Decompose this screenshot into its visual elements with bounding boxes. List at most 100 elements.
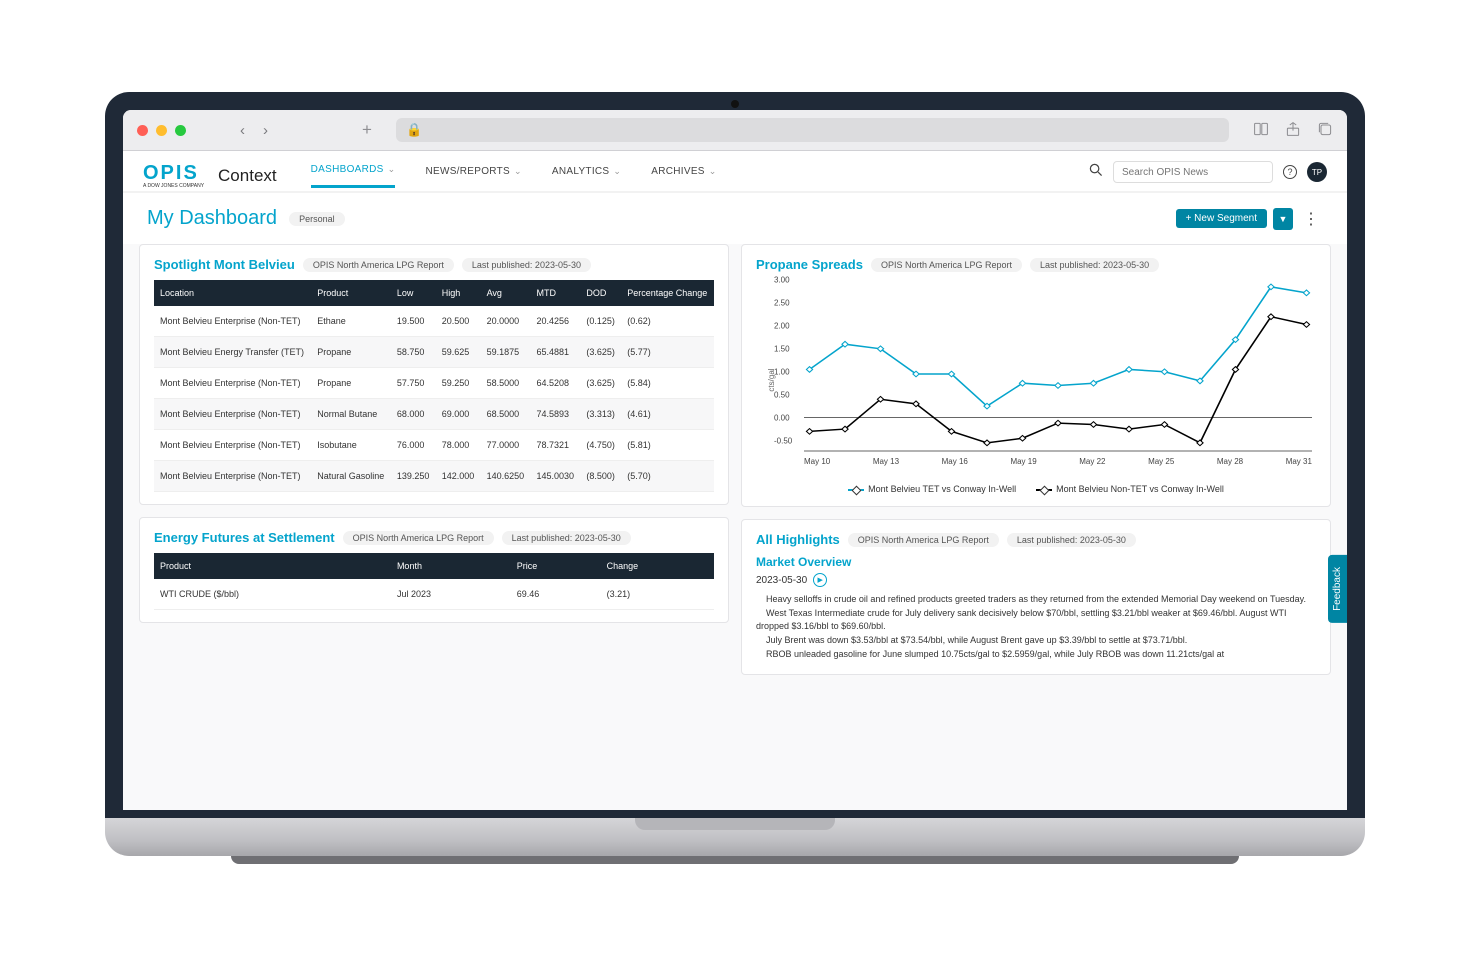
more-menu-icon[interactable]: ⋮ — [1299, 209, 1323, 229]
avatar[interactable]: TP — [1307, 162, 1327, 182]
table-cell: Mont Belvieu Enterprise (Non-TET) — [154, 306, 311, 337]
x-tick: May 16 — [942, 457, 968, 466]
column-header: Product — [311, 280, 391, 306]
table-cell: 20.500 — [436, 306, 481, 337]
source-pill: OPIS North America LPG Report — [303, 258, 454, 272]
close-window-button[interactable] — [137, 125, 148, 136]
column-header: Low — [391, 280, 436, 306]
main-nav: DASHBOARDS ⌄ NEWS/REPORTS ⌄ ANALYTICS ⌄ — [311, 164, 717, 188]
nav-archives[interactable]: ARCHIVES ⌄ — [651, 164, 716, 188]
column-header: Price — [511, 553, 601, 579]
x-tick: May 25 — [1148, 457, 1174, 466]
table-cell: Propane — [311, 337, 391, 368]
table-cell: Ethane — [311, 306, 391, 337]
published-pill: Last published: 2023-05-30 — [1007, 533, 1136, 547]
table-cell: 58.5000 — [481, 368, 531, 399]
lock-icon: 🔒 — [406, 122, 422, 138]
logo-subtitle: A DOW JONES COMPANY — [143, 183, 204, 189]
table-cell: 64.5208 — [530, 368, 580, 399]
tabs-icon[interactable] — [1317, 121, 1333, 140]
source-pill: OPIS North America LPG Report — [343, 531, 494, 545]
dashboard-tag: Personal — [289, 212, 345, 226]
logo: OPIS A DOW JONES COMPANY — [143, 163, 204, 189]
table-row[interactable]: Mont Belvieu Enterprise (Non-TET)Propane… — [154, 368, 714, 399]
back-button[interactable]: ‹ — [240, 122, 245, 139]
column-header: MTD — [530, 280, 580, 306]
browser-chrome: ‹ › + 🔒 — [123, 110, 1347, 151]
new-segment-dropdown[interactable]: ▼ — [1273, 208, 1293, 230]
new-segment-button[interactable]: + New Segment — [1176, 209, 1267, 228]
table-row[interactable]: Mont Belvieu Enterprise (Non-TET)Natural… — [154, 461, 714, 492]
table-cell: Natural Gasoline — [311, 461, 391, 492]
spotlight-panel: Spotlight Mont Belvieu OPIS North Americ… — [139, 244, 729, 505]
chevron-down-icon: ⌄ — [613, 166, 621, 177]
highlights-paragraph: Heavy selloffs in crude oil and refined … — [756, 593, 1316, 606]
table-cell: Mont Belvieu Enterprise (Non-TET) — [154, 461, 311, 492]
table-cell: Mont Belvieu Energy Transfer (TET) — [154, 337, 311, 368]
search-input[interactable] — [1113, 161, 1273, 183]
table-cell: (0.62) — [621, 306, 714, 337]
app-header: OPIS A DOW JONES COMPANY Context DASHBOA… — [123, 151, 1347, 193]
table-cell: (3.625) — [580, 337, 621, 368]
x-tick: May 13 — [873, 457, 899, 466]
table-cell: 59.250 — [436, 368, 481, 399]
forward-button[interactable]: › — [263, 122, 268, 139]
table-cell: (5.77) — [621, 337, 714, 368]
search-icon[interactable] — [1089, 163, 1103, 182]
share-icon[interactable] — [1285, 121, 1301, 140]
table-cell: 19.500 — [391, 306, 436, 337]
spreads-panel: Propane Spreads OPIS North America LPG R… — [741, 244, 1331, 507]
highlights-section-title: Market Overview — [756, 555, 1316, 569]
futures-table: ProductMonthPriceChange WTI CRUDE ($/bbl… — [154, 553, 714, 610]
table-cell: (3.313) — [580, 399, 621, 430]
highlights-date: 2023-05-30 — [756, 575, 807, 586]
spreads-chart: cts/gal 3.002.502.001.501.000.500.00-0.5… — [774, 280, 1312, 480]
highlights-paragraph: July Brent was down $3.53/bbl at $73.54/… — [756, 634, 1316, 647]
column-header: DOD — [580, 280, 621, 306]
play-icon[interactable]: ▶ — [813, 573, 827, 587]
highlights-panel: All Highlights OPIS North America LPG Re… — [741, 519, 1331, 675]
column-header: Month — [391, 553, 511, 579]
table-row[interactable]: Mont Belvieu Enterprise (Non-TET)Isobuta… — [154, 430, 714, 461]
new-tab-button[interactable]: + — [362, 120, 372, 140]
panel-title: Spotlight Mont Belvieu — [154, 257, 295, 272]
x-tick: May 22 — [1079, 457, 1105, 466]
table-cell: Mont Belvieu Enterprise (Non-TET) — [154, 430, 311, 461]
table-row[interactable]: Mont Belvieu Enterprise (Non-TET)Ethane1… — [154, 306, 714, 337]
minimize-window-button[interactable] — [156, 125, 167, 136]
legend-item: Mont Belvieu Non-TET vs Conway In-Well — [1036, 484, 1224, 494]
table-cell: (8.500) — [580, 461, 621, 492]
table-cell: Mont Belvieu Enterprise (Non-TET) — [154, 368, 311, 399]
x-tick: May 10 — [804, 457, 830, 466]
table-row[interactable]: Mont Belvieu Energy Transfer (TET)Propan… — [154, 337, 714, 368]
table-cell: 68.5000 — [481, 399, 531, 430]
url-bar[interactable]: 🔒 — [396, 118, 1229, 142]
chart-legend: Mont Belvieu TET vs Conway In-Well Mont … — [756, 484, 1316, 494]
table-cell: 65.4881 — [530, 337, 580, 368]
x-axis: May 10May 13May 16May 19May 22May 25May … — [804, 457, 1312, 466]
table-row[interactable]: Mont Belvieu Enterprise (Non-TET)Normal … — [154, 399, 714, 430]
table-cell: Mont Belvieu Enterprise (Non-TET) — [154, 399, 311, 430]
table-cell: 59.1875 — [481, 337, 531, 368]
maximize-window-button[interactable] — [175, 125, 186, 136]
table-cell: 58.750 — [391, 337, 436, 368]
table-cell: (3.625) — [580, 368, 621, 399]
nav-dashboards[interactable]: DASHBOARDS ⌄ — [311, 164, 396, 188]
nav-news-reports[interactable]: NEWS/REPORTS ⌄ — [425, 164, 521, 188]
help-icon[interactable]: ? — [1283, 165, 1297, 179]
column-header: Product — [154, 553, 391, 579]
table-cell: 142.000 — [436, 461, 481, 492]
subheader: My Dashboard Personal + New Segment ▼ ⋮ — [123, 193, 1347, 244]
nav-analytics[interactable]: ANALYTICS ⌄ — [552, 164, 621, 188]
table-cell: 57.750 — [391, 368, 436, 399]
table-cell: Normal Butane — [311, 399, 391, 430]
nav-label: DASHBOARDS — [311, 164, 384, 175]
chevron-down-icon: ⌄ — [709, 166, 717, 177]
x-tick: May 19 — [1010, 457, 1036, 466]
table-row[interactable]: WTI CRUDE ($/bbl)Jul 202369.46(3.21) — [154, 579, 714, 610]
feedback-tab[interactable]: Feedback — [1328, 555, 1347, 623]
table-cell: 76.000 — [391, 430, 436, 461]
futures-panel: Energy Futures at Settlement OPIS North … — [139, 517, 729, 623]
chevron-down-icon: ⌄ — [514, 166, 522, 177]
reader-icon[interactable] — [1253, 121, 1269, 140]
